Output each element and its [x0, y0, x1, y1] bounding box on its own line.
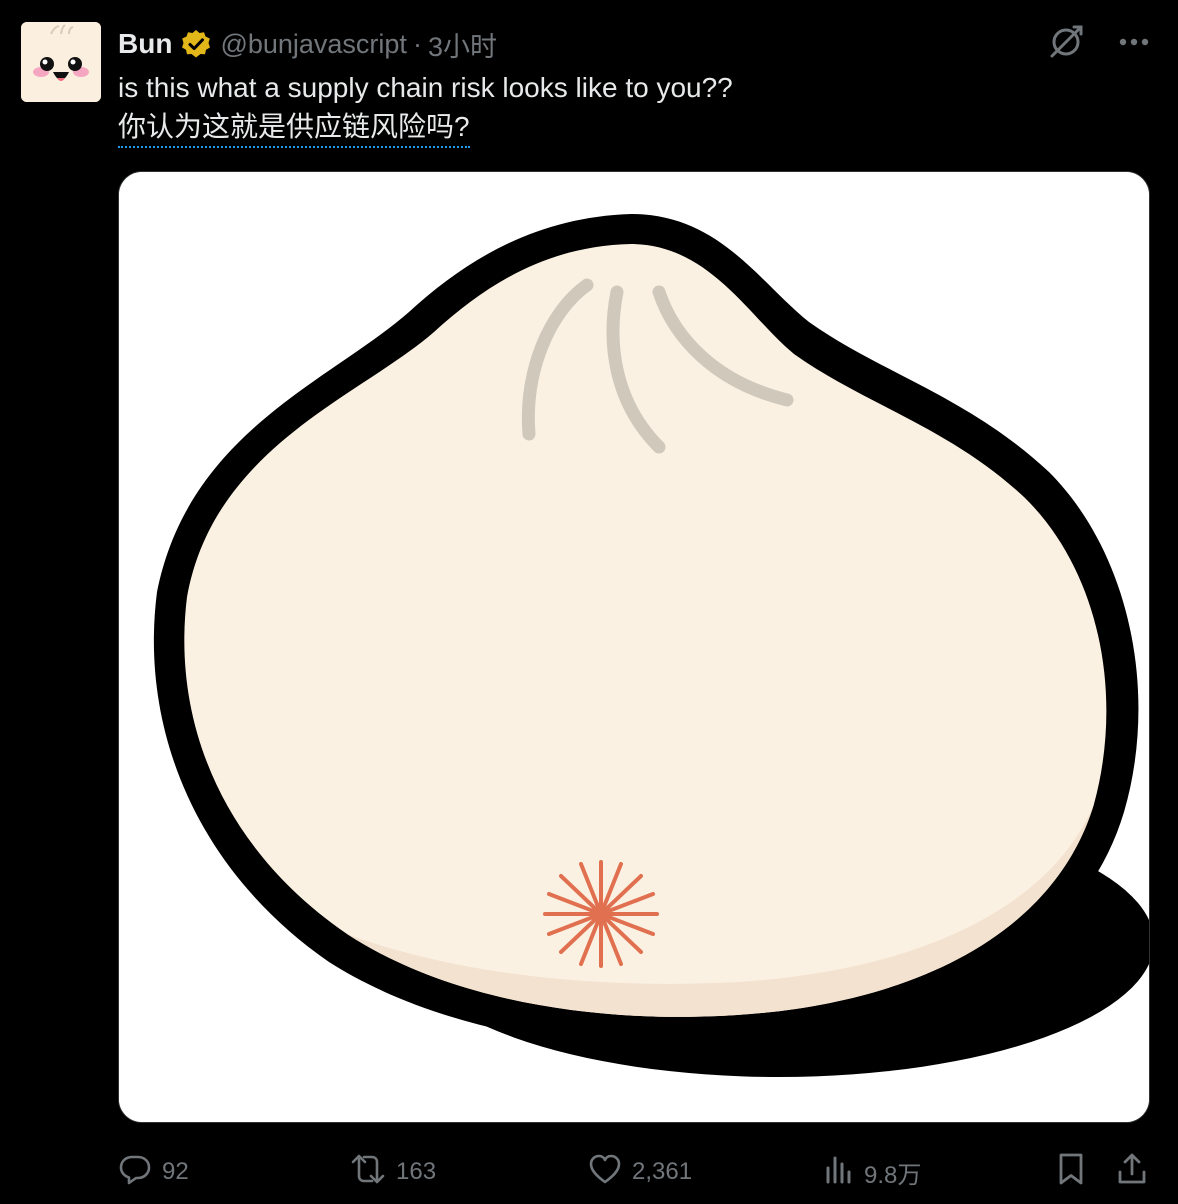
timestamp[interactable]: 3小时 [428, 25, 497, 64]
tweet-header: Bun @bunjavascript · 3小时 [118, 24, 497, 64]
action-bar: 92 163 2,361 9.8万 [118, 1148, 1158, 1196]
verified-badge-icon[interactable] [180, 28, 212, 60]
views-icon [824, 1154, 854, 1191]
bookmark-icon [1056, 1152, 1086, 1193]
bun-mascot-icon [21, 22, 101, 102]
tweet: Bun @bunjavascript · 3小时 is this what a … [0, 0, 1178, 1204]
tweet-image[interactable] [118, 171, 1150, 1123]
views-count: 9.8万 [864, 1161, 922, 1189]
tweet-translation[interactable]: 你认为这就是供应链风险吗? [118, 108, 470, 148]
bookmark-button[interactable] [1056, 1148, 1086, 1196]
bun-dumpling-image [119, 172, 1149, 1122]
like-icon [588, 1153, 622, 1192]
author-handle[interactable]: @bunjavascript [220, 29, 407, 60]
tweet-text: is this what a supply chain risk looks l… [118, 72, 733, 103]
grok-icon[interactable] [1046, 22, 1086, 62]
like-count: 2,361 [632, 1158, 693, 1185]
share-icon [1116, 1152, 1148, 1193]
repost-icon [350, 1152, 386, 1193]
reply-icon [118, 1152, 152, 1193]
views-button[interactable]: 9.8万 [824, 1148, 921, 1196]
reply-count: 92 [162, 1158, 189, 1185]
reply-button[interactable]: 92 [118, 1148, 189, 1196]
share-button[interactable] [1116, 1148, 1148, 1196]
header-actions [1046, 22, 1154, 62]
repost-button[interactable]: 163 [350, 1148, 436, 1196]
avatar[interactable] [21, 22, 101, 102]
author-name[interactable]: Bun [118, 28, 172, 60]
repost-count: 163 [396, 1158, 437, 1185]
like-button[interactable]: 2,361 [588, 1148, 692, 1196]
more-icon[interactable] [1114, 22, 1154, 62]
separator-dot: · [412, 28, 422, 59]
